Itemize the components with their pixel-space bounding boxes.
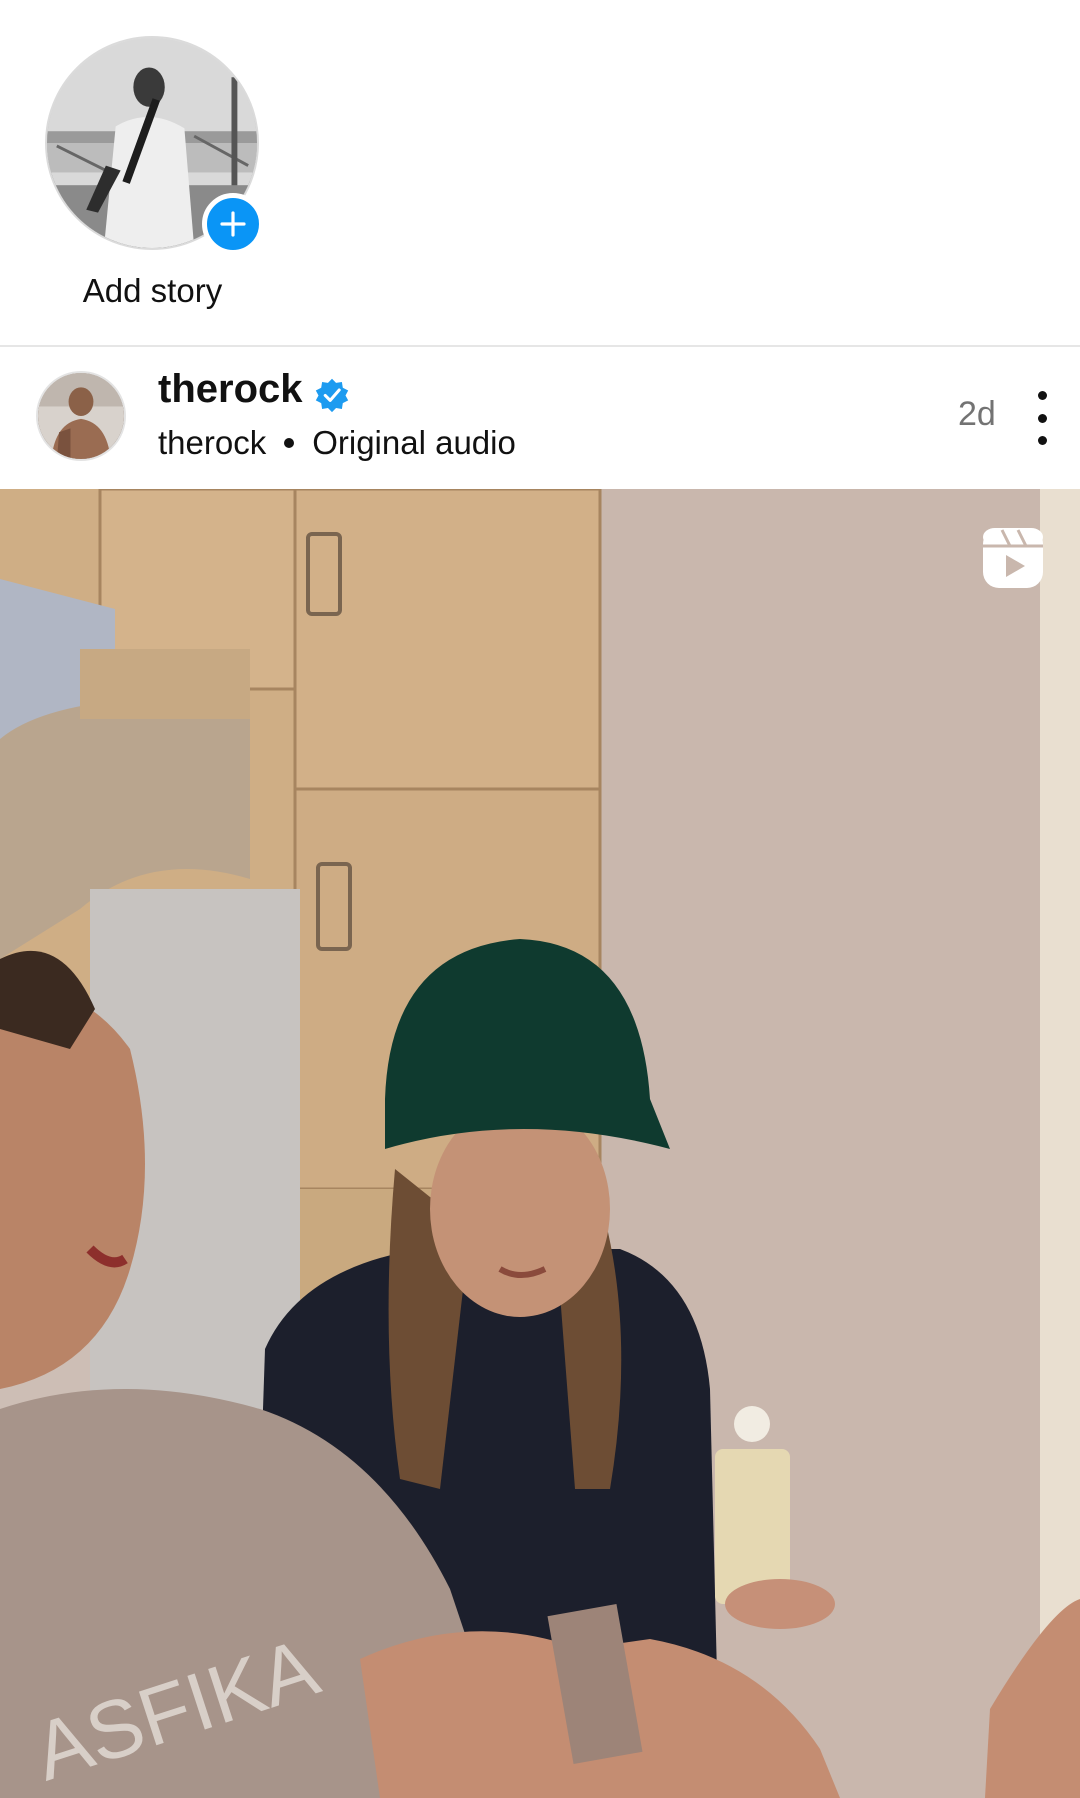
audio-label[interactable]: Original audio: [312, 424, 516, 462]
add-story-item[interactable]: Add story: [45, 36, 264, 326]
add-story-label: Add story: [82, 272, 223, 309]
add-story-button[interactable]: [202, 193, 264, 255]
stories-tray: Add story: [0, 0, 1080, 345]
post-author-avatar[interactable]: [36, 371, 126, 461]
post-audio-line[interactable]: therock Original audio: [158, 424, 516, 462]
post-media-video[interactable]: ASFIKA: [0, 489, 1080, 1798]
post-username[interactable]: therock: [158, 367, 303, 412]
separator-dot: [284, 438, 295, 448]
post-timestamp: 2d: [958, 395, 996, 433]
more-vertical-icon: [1037, 391, 1047, 400]
verified-badge-icon: [315, 378, 349, 413]
reels-icon: [983, 528, 1043, 588]
post-header: therock therock Original audio 2d: [0, 347, 1080, 489]
audio-owner[interactable]: therock: [158, 424, 266, 462]
author-photo-image: [38, 373, 124, 459]
plus-icon: [220, 211, 246, 237]
more-options-button[interactable]: [1022, 383, 1062, 453]
video-frame: ASFIKA: [0, 489, 1080, 1798]
